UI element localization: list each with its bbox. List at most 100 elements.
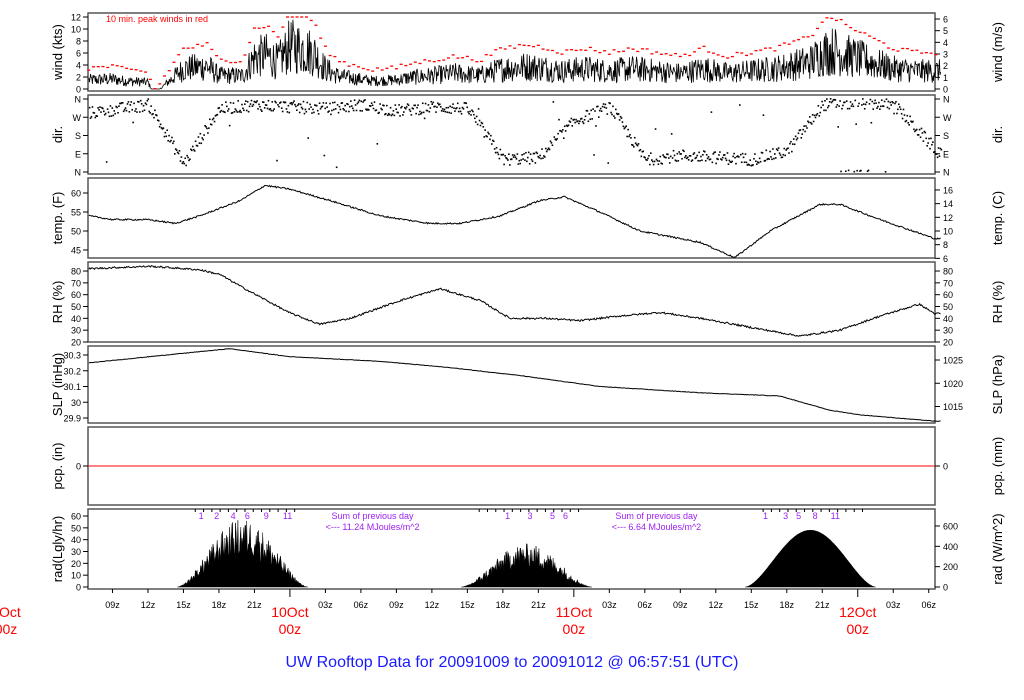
- dir-point: [173, 140, 175, 143]
- dir-point: [313, 111, 315, 114]
- dir-point: [678, 151, 681, 153]
- dir-point: [435, 111, 437, 113]
- dir-point: [96, 115, 98, 118]
- dir-point: [818, 115, 821, 117]
- dir-point: [99, 106, 101, 108]
- dir-point: [143, 109, 146, 112]
- dir-point: [699, 159, 701, 162]
- dir-point: [873, 102, 875, 105]
- dir-point: [872, 108, 875, 110]
- dir-point: [619, 115, 622, 118]
- dir-point: [821, 100, 823, 103]
- dir-point: [481, 122, 484, 125]
- rh-ytick-label: 30: [71, 326, 81, 336]
- dir-point: [149, 112, 151, 114]
- dir-point: [299, 103, 302, 106]
- dir-point: [598, 109, 601, 112]
- dir-point: [886, 106, 889, 109]
- dir-point: [498, 157, 501, 160]
- dir-point: [745, 161, 748, 164]
- dir-point: [705, 153, 708, 156]
- dir-point: [618, 119, 621, 121]
- dir-point: [709, 158, 712, 160]
- dir-point: [439, 105, 442, 108]
- dir-point: [762, 114, 765, 116]
- dir-point: [845, 100, 848, 102]
- dir-point: [256, 100, 258, 102]
- rad-hour-mark: 1: [199, 511, 204, 521]
- dir-point: [782, 153, 785, 156]
- dir-point: [639, 148, 642, 151]
- slp-ytick-label: 30.3: [63, 351, 81, 361]
- dir-point: [330, 113, 332, 116]
- dir-point: [697, 159, 699, 162]
- dir-point: [231, 111, 234, 114]
- dir-point: [812, 120, 815, 123]
- dir-point: [574, 121, 576, 124]
- dir-point: [856, 169, 858, 172]
- rad-ytick-label-right: 600: [943, 521, 958, 531]
- dir-point: [675, 160, 678, 162]
- time-tick-label: 09z: [389, 600, 404, 610]
- time-tick-label: 15z: [460, 600, 475, 610]
- dir-point: [844, 170, 847, 173]
- dir-point: [789, 142, 791, 145]
- dir-point: [428, 110, 431, 113]
- dir-point: [627, 128, 629, 131]
- dir-point: [287, 104, 290, 107]
- dir-point: [930, 137, 932, 140]
- dir-point: [903, 114, 906, 116]
- dir-point: [802, 128, 804, 131]
- dir-point: [924, 131, 927, 134]
- dir-point: [687, 159, 690, 161]
- rh-ytick-label: 20: [71, 338, 81, 348]
- dir-point: [429, 107, 432, 109]
- dir-point: [191, 145, 194, 148]
- dir-point: [864, 103, 867, 106]
- dir-point: [549, 140, 552, 143]
- dir-point: [517, 163, 520, 165]
- dir-point: [490, 134, 492, 137]
- dir-point: [260, 108, 262, 111]
- slp-ytick-label-right: 1015: [943, 402, 963, 412]
- dir-point: [847, 169, 850, 172]
- rad-hour-mark: 4: [231, 511, 236, 521]
- dir-point: [668, 157, 670, 159]
- dir-point: [671, 157, 674, 159]
- dir-point: [553, 136, 556, 138]
- dir-point: [805, 125, 807, 127]
- dir-point: [212, 117, 215, 120]
- dir-point: [113, 110, 116, 112]
- dir-point: [516, 153, 519, 155]
- dir-point: [420, 111, 423, 114]
- dir-point: [634, 142, 637, 144]
- dir-point: [927, 142, 929, 144]
- dir-point: [125, 109, 128, 112]
- dir-point: [338, 105, 341, 108]
- dir-point: [205, 126, 207, 128]
- dir-point: [611, 113, 613, 116]
- dir-point: [640, 155, 643, 158]
- date-label: 11Oct: [556, 604, 592, 620]
- dir-point: [742, 156, 745, 159]
- dir-point: [567, 124, 570, 127]
- dir-point: [200, 142, 203, 145]
- dir-point: [892, 101, 894, 104]
- rh-panel: RH (%) RH (%)2030405060708020304050607080: [50, 261, 1005, 348]
- dir-point: [772, 148, 774, 150]
- dir-point: [306, 101, 309, 104]
- dir-point: [328, 110, 330, 112]
- dir-point: [341, 102, 344, 104]
- dir-point: [921, 132, 924, 134]
- dir-point: [297, 103, 300, 105]
- rad-hour-mark: 1: [763, 511, 768, 521]
- dir-point: [527, 151, 530, 154]
- dir-point: [148, 110, 151, 113]
- dir-point: [247, 110, 250, 113]
- dir-point: [116, 106, 118, 109]
- dir-point: [599, 107, 602, 110]
- dir-point: [483, 136, 486, 138]
- dir-point: [685, 155, 687, 157]
- dir-point: [242, 107, 244, 110]
- dir-point: [332, 108, 335, 111]
